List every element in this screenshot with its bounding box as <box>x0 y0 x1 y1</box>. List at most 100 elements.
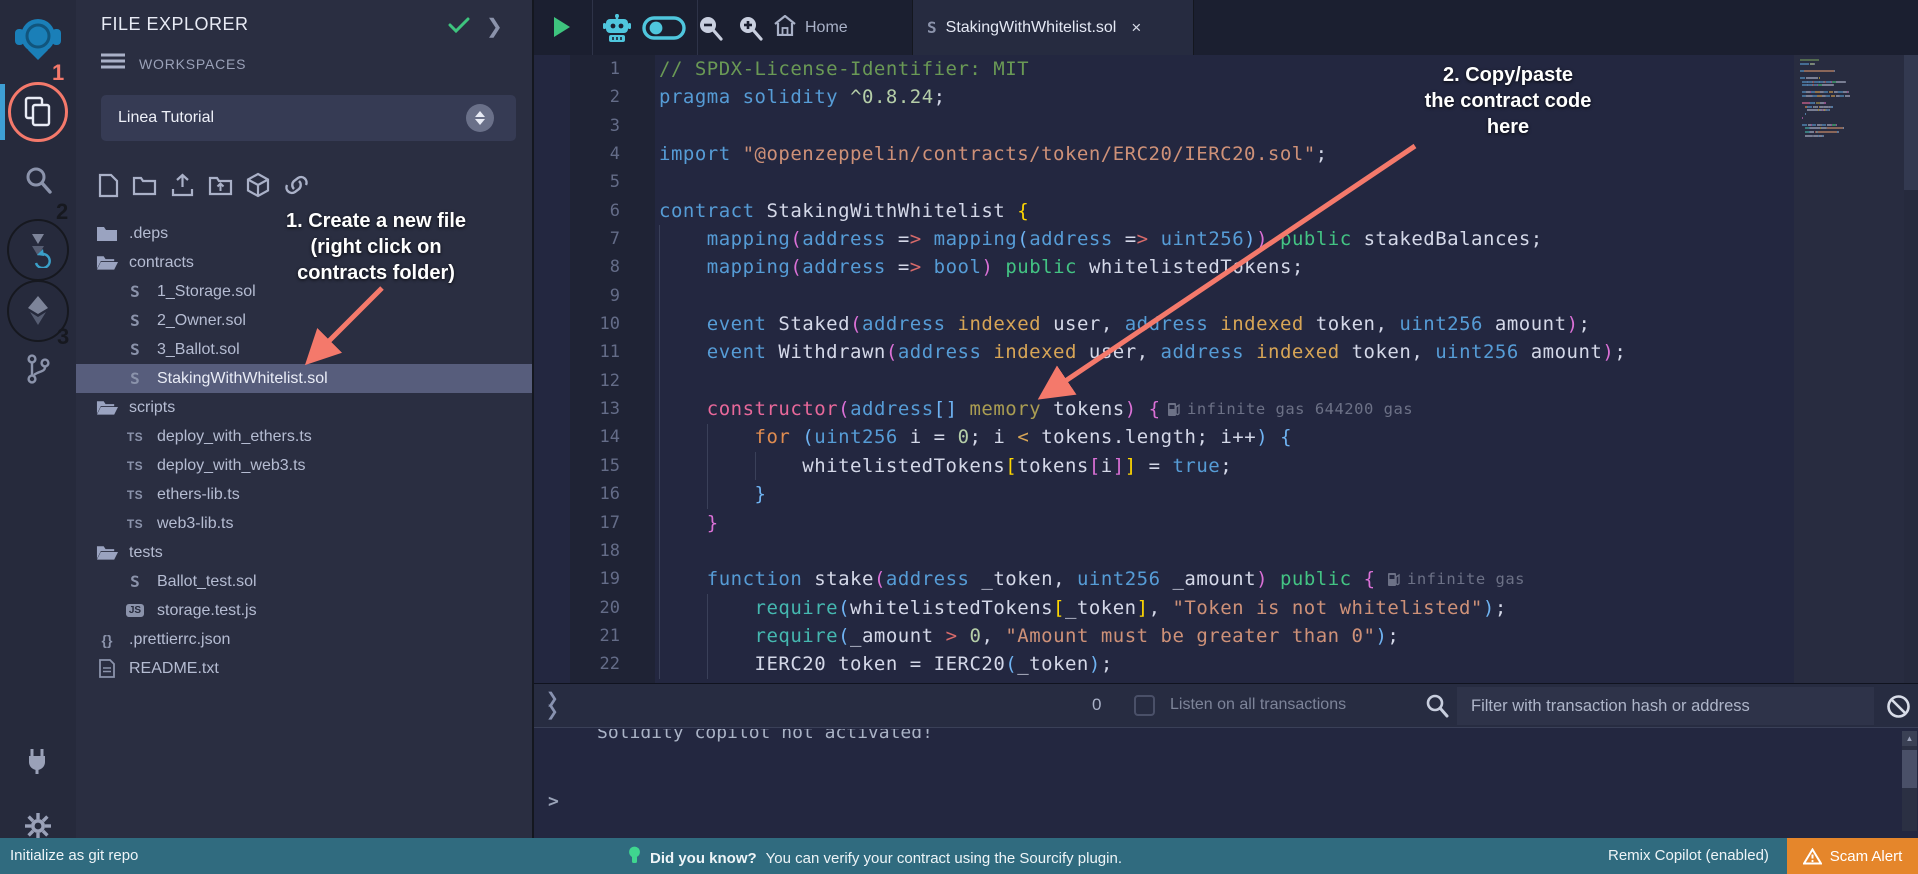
terminal-search-icon[interactable] <box>1424 693 1450 724</box>
tree-item-1-storage-sol[interactable]: S1_Storage.sol <box>76 277 532 306</box>
code-line[interactable]: 9 <box>534 282 1918 310</box>
tree-item--deps[interactable]: .deps <box>76 219 532 248</box>
terminal-message: Solidity copilot not activated! <box>597 729 933 743</box>
link-icon[interactable] <box>283 173 310 197</box>
tree-item-3-ballot-sol[interactable]: S3_Ballot.sol <box>76 335 532 364</box>
init-git-repo-button[interactable]: Initialize as git repo <box>10 847 138 864</box>
code-line[interactable]: 11 event Withdrawn(address indexed user,… <box>534 338 1918 366</box>
remix-ide-window: 1 2 3 FILE EXPLORER ❯ WORKSPACES Linea T… <box>0 0 1918 874</box>
tree-item-ethers-lib-ts[interactable]: TSethers-lib.ts <box>76 480 532 509</box>
search-icon[interactable] <box>0 158 76 202</box>
code-line[interactable]: 14 for (uint256 i = 0; i < tokens.length… <box>534 423 1918 451</box>
tree-item-label: deploy_with_web3.ts <box>157 457 306 475</box>
code-line[interactable]: 20 require(whitelistedTokens[_token], "T… <box>534 594 1918 622</box>
code-line[interactable]: 17 } <box>534 509 1918 537</box>
tree-item-label: StakingWithWhitelist.sol <box>157 370 328 388</box>
code-line[interactable]: 3 <box>534 112 1918 140</box>
editor-scrollbar-thumb[interactable] <box>1904 55 1918 190</box>
run-script-button[interactable] <box>552 16 571 43</box>
upload-file-icon[interactable] <box>170 173 195 198</box>
code-line[interactable]: 6contract StakingWithWhitelist { <box>534 197 1918 225</box>
tree-item--prettierrc-json[interactable]: {}.prettierrc.json <box>76 625 532 654</box>
indent-guide <box>755 452 756 480</box>
scam-alert-button[interactable]: Scam Alert <box>1787 838 1918 874</box>
line-number: 18 <box>534 537 620 565</box>
minimap[interactable] <box>1794 55 1904 683</box>
code-line[interactable]: 8 mapping(address => bool) public whitel… <box>534 253 1918 281</box>
code-line[interactable]: 7 mapping(address => mapping(address => … <box>534 225 1918 253</box>
code-line[interactable]: 15 whitelistedTokens[tokens[i]] = true; <box>534 452 1918 480</box>
code-line[interactable]: 21 require(_amount > 0, "Amount must be … <box>534 622 1918 650</box>
ipfs-cube-icon[interactable] <box>246 172 270 198</box>
tree-item-web3-lib-ts[interactable]: TSweb3-lib.ts <box>76 509 532 538</box>
code-editor[interactable]: 1// SPDX-License-Identifier: MIT2pragma … <box>534 55 1918 683</box>
tree-item-2-owner-sol[interactable]: S2_Owner.sol <box>76 306 532 335</box>
tree-item-contracts[interactable]: contracts <box>76 248 532 277</box>
tab-home[interactable]: Home <box>774 0 848 55</box>
transaction-filter-input[interactable] <box>1457 687 1874 725</box>
tree-item-deploy-with-web3-ts[interactable]: TSdeploy_with_web3.ts <box>76 451 532 480</box>
tree-item-label: .prettierrc.json <box>129 631 230 649</box>
upload-folder-icon[interactable] <box>208 174 233 197</box>
code-line[interactable]: 10 event Staked(address indexed user, ad… <box>534 310 1918 338</box>
tree-item-deploy-with-ethers-ts[interactable]: TSdeploy_with_ethers.ts <box>76 422 532 451</box>
copilot-robot-icon[interactable] <box>602 13 632 48</box>
remix-copilot-status[interactable]: Remix Copilot (enabled) <box>1608 847 1769 864</box>
copilot-toggle[interactable] <box>642 16 686 45</box>
create-file-icon[interactable] <box>98 173 119 198</box>
workspace-name: Linea Tutorial <box>118 109 214 127</box>
code-line[interactable]: 18 <box>534 537 1918 565</box>
tree-item-ballot-test-sol[interactable]: SBallot_test.sol <box>76 567 532 596</box>
code-line[interactable]: 13 constructor(address[] memory tokens) … <box>534 395 1918 423</box>
code-line[interactable]: 1// SPDX-License-Identifier: MIT <box>534 55 1918 83</box>
tree-item-tests[interactable]: tests <box>76 538 532 567</box>
tree-item-label: deploy_with_ethers.ts <box>157 428 312 446</box>
deploy-run-icon[interactable] <box>0 288 76 334</box>
tree-item-label: .deps <box>129 225 168 243</box>
expand-chevron-icon[interactable]: ❯ <box>486 14 503 39</box>
remix-logo-icon[interactable] <box>0 10 76 66</box>
listen-transactions-checkbox[interactable] <box>1134 695 1155 716</box>
terminal-collapse-icon[interactable]: ❯❯ <box>546 692 559 718</box>
terminal-output[interactable]: Solidity copilot not activated! > ▲ <box>534 729 1918 838</box>
plugin-manager-icon[interactable] <box>0 738 76 782</box>
tree-item-scripts[interactable]: scripts <box>76 393 532 422</box>
scam-alert-label: Scam Alert <box>1830 848 1903 865</box>
zoom-out-icon[interactable] <box>696 14 724 47</box>
tab-staking-with-whitelist[interactable]: S StakingWithWhitelist.sol × <box>912 0 1194 55</box>
workspaces-label: WORKSPACES <box>139 56 246 72</box>
code-line[interactable]: 5 <box>534 168 1918 196</box>
tree-item-stakingwithwhitelist-sol[interactable]: S StakingWithWhitelist.sol <box>76 364 532 393</box>
workspace-cycle-button[interactable] <box>466 104 494 132</box>
line-number: 16 <box>534 480 620 508</box>
code-line[interactable]: 4import "@openzeppelin/contracts/token/E… <box>534 140 1918 168</box>
code-line[interactable]: 16 } <box>534 480 1918 508</box>
workspaces-menu-icon[interactable] <box>101 52 125 75</box>
line-number: 6 <box>534 197 620 225</box>
tree-item-storage-test-js[interactable]: JSstorage.test.js <box>76 596 532 625</box>
tab-close-icon[interactable]: × <box>1131 18 1141 38</box>
indent-guide <box>659 225 660 679</box>
create-folder-icon[interactable] <box>132 174 157 196</box>
file-explorer-icon[interactable] <box>0 88 76 136</box>
zoom-in-icon[interactable] <box>736 14 764 47</box>
code-line[interactable]: 12 <box>534 367 1918 395</box>
tree-item-label: scripts <box>129 399 175 417</box>
solidity-compiler-icon[interactable] <box>0 226 76 274</box>
folder-icon <box>96 225 118 242</box>
sol-icon: S <box>124 369 146 388</box>
git-branch-icon[interactable] <box>0 348 76 390</box>
code-line[interactable]: 19 function stake(address _token, uint25… <box>534 565 1918 593</box>
code-line[interactable]: 22 IERC20 token = IERC20(_token); <box>534 650 1918 678</box>
git-status-check-icon[interactable] <box>448 16 470 39</box>
workspace-select[interactable]: Linea Tutorial <box>101 95 516 141</box>
line-number: 7 <box>534 225 620 253</box>
status-bar: Initialize as git repo Did you know? You… <box>0 838 1918 874</box>
tree-item-readme-txt[interactable]: README.txt <box>76 654 532 683</box>
clear-console-icon[interactable] <box>1886 694 1911 724</box>
terminal-scrollbar[interactable]: ▲ <box>1902 731 1917 831</box>
main-panel: Home S StakingWithWhitelist.sol × 1// SP… <box>532 0 1918 838</box>
sol-icon: S <box>124 572 146 591</box>
code-line[interactable]: 2pragma solidity ^0.8.24; <box>534 83 1918 111</box>
tree-item-label: web3-lib.ts <box>157 515 233 533</box>
